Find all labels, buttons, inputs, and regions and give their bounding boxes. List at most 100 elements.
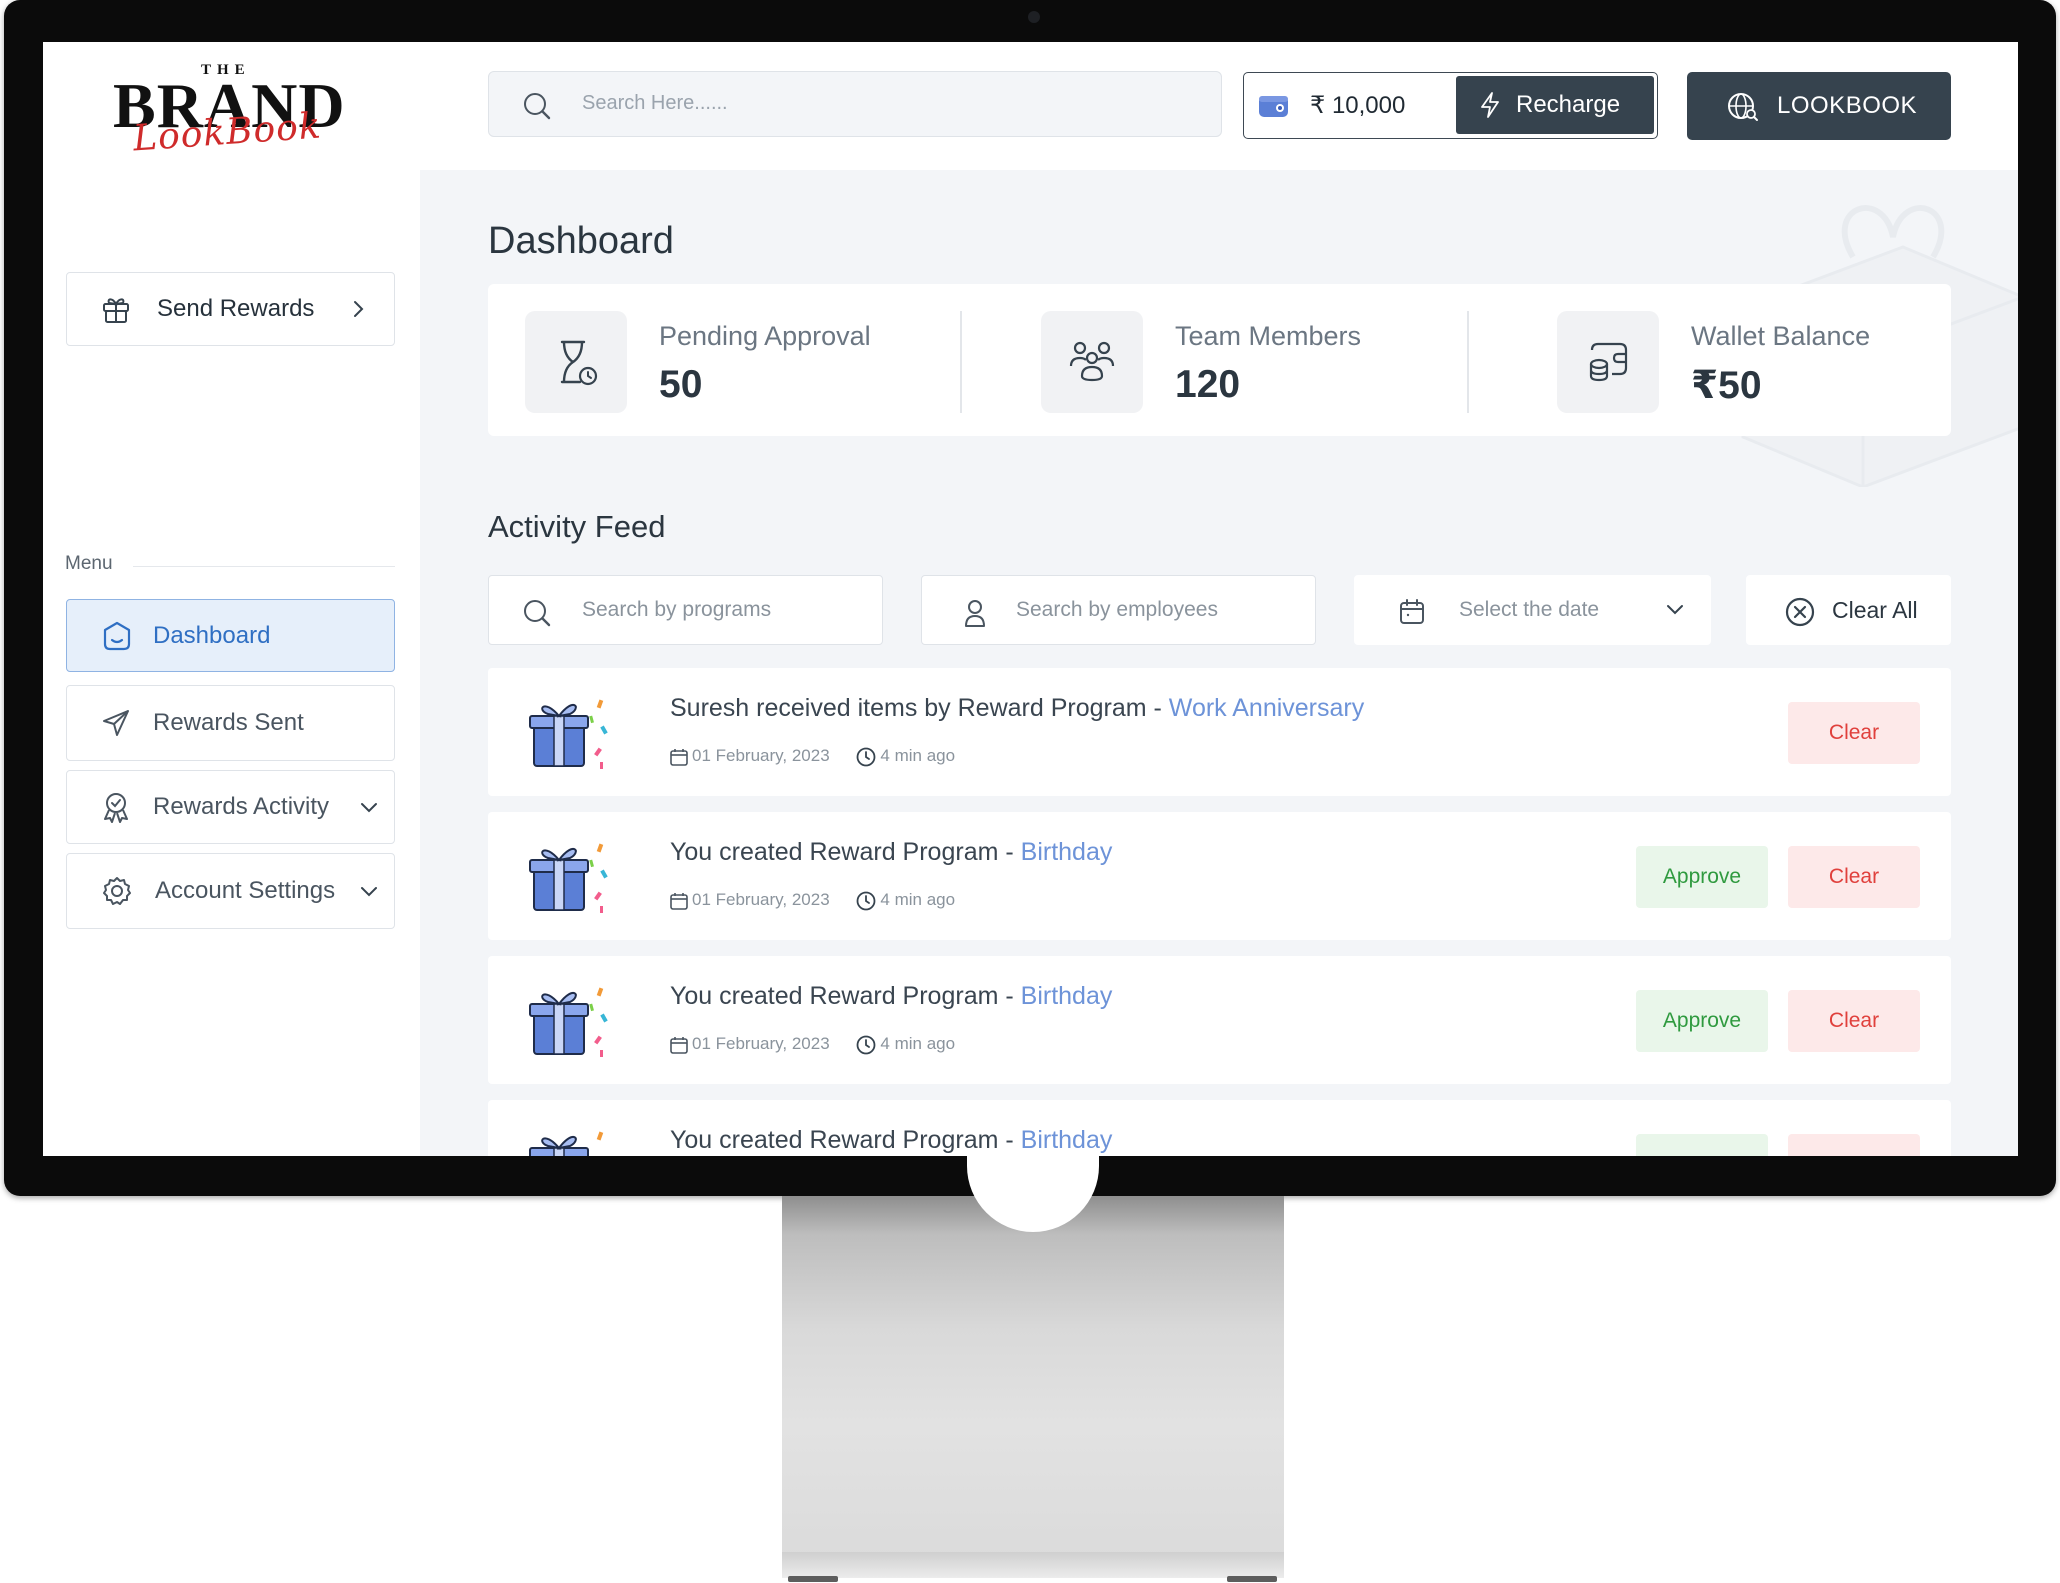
clear-button[interactable]: Clear	[1788, 846, 1920, 908]
program-link[interactable]: Work Anniversary	[1169, 694, 1364, 722]
feed-date: 01 February, 2023	[692, 746, 830, 765]
date-select[interactable]: Select the date	[1354, 575, 1711, 645]
feed-message: You created Reward Program - Birthday	[670, 838, 1112, 867]
sidebar-label-rewards-sent: Rewards Sent	[153, 709, 304, 736]
search-icon	[524, 600, 551, 627]
recharge-label: Recharge	[1516, 91, 1621, 118]
feed-date: 01 February, 2023	[692, 890, 830, 909]
feed-text: You created Reward Program -	[670, 982, 1021, 1010]
gift-confetti-icon	[529, 699, 608, 769]
search-icon	[524, 93, 551, 120]
feed-time: 4 min ago	[880, 746, 956, 765]
approve-button[interactable]: Approve	[1636, 990, 1768, 1052]
chevron-down-icon	[361, 887, 377, 897]
sidebar-item-rewards-activity[interactable]: Rewards Activity	[66, 770, 395, 844]
stat-label: Pending Approval	[659, 321, 871, 351]
lookbook-button[interactable]: LOOKBOOK	[1687, 72, 1951, 140]
hourglass-icon	[560, 340, 598, 386]
feed-message: You created Reward Program - Birthday	[670, 1126, 1112, 1155]
sidebar-label-dashboard: Dashboard	[153, 621, 271, 649]
sidebar: Send Rewards Menu Dashboard Rewards Sent…	[43, 170, 420, 1156]
top-bar: THE BRAND LookBook Search Here...... ₹ 1…	[43, 42, 2018, 170]
calendar-icon	[670, 1036, 688, 1054]
feed-meta: 01 February, 2023 4 min ago	[670, 746, 955, 767]
clock-icon	[857, 891, 876, 910]
send-icon	[103, 710, 129, 736]
gift-icon	[103, 298, 129, 323]
chevron-right-icon	[354, 301, 364, 317]
stand-base	[782, 1552, 1284, 1578]
user-icon	[965, 600, 985, 627]
stand-foot-right	[1227, 1576, 1277, 1582]
calendar-icon	[670, 892, 688, 910]
program-link[interactable]: Birthday	[1021, 838, 1113, 866]
recharge-button[interactable]: Recharge	[1456, 76, 1654, 134]
sidebar-item-rewards-sent[interactable]: Rewards Sent	[66, 685, 395, 761]
stat-divider	[960, 311, 962, 413]
stat-divider	[1467, 311, 1469, 413]
feed-item: You created Reward Program - Birthday 01…	[488, 956, 1951, 1084]
clock-icon	[857, 747, 876, 766]
feed-meta: 01 February, 2023 4 min ago	[670, 890, 955, 911]
chevron-down-icon	[1667, 605, 1683, 615]
feed-message: Suresh received items by Reward Program …	[670, 694, 1364, 723]
stat-icon-tile	[1041, 311, 1143, 413]
stats-card: Pending Approval 50 Team Members 120 Wal…	[488, 284, 1951, 436]
feed-message: You created Reward Program - Birthday	[670, 982, 1112, 1011]
lookbook-label: LOOKBOOK	[1777, 92, 1918, 119]
feed-time: 4 min ago	[880, 890, 956, 909]
feed-text: Suresh received items by Reward Program …	[670, 694, 1169, 722]
gift-confetti-icon	[529, 987, 608, 1057]
stand-foot-left	[788, 1576, 838, 1582]
sidebar-label-account-settings: Account Settings	[155, 877, 336, 904]
wallet-amount: ₹ 10,000	[1310, 92, 1406, 119]
feed-time: 4 min ago	[880, 1034, 956, 1053]
award-badge-icon	[104, 793, 128, 823]
global-search-input[interactable]: Search Here......	[488, 71, 1222, 137]
screen: THE BRAND LookBook Search Here...... ₹ 1…	[43, 42, 2018, 1156]
stat-value: 50	[659, 363, 703, 406]
clear-button[interactable]: Clear	[1788, 990, 1920, 1052]
sidebar-item-dashboard[interactable]: Dashboard	[66, 599, 395, 672]
clock-icon	[857, 1035, 876, 1054]
monitor-stand	[782, 1196, 1284, 1578]
stat-value: 120	[1175, 363, 1241, 406]
activity-feed-title: Activity Feed	[488, 509, 666, 544]
brand-logo[interactable]: THE BRAND LookBook	[113, 60, 345, 160]
wallet-icon	[1259, 96, 1288, 117]
search-programs-input[interactable]: Search by programs	[488, 575, 883, 645]
feed-item: You created Reward Program - Birthday 01…	[488, 812, 1951, 940]
feed-text: You created Reward Program -	[670, 1126, 1021, 1154]
stat-label: Team Members	[1175, 321, 1362, 351]
calendar-icon	[670, 748, 688, 766]
sidebar-label-rewards-activity: Rewards Activity	[153, 793, 330, 820]
gear-icon	[103, 877, 131, 905]
team-icon	[1069, 341, 1115, 382]
calendar-icon	[1400, 599, 1424, 624]
dashboard-icon	[103, 621, 131, 650]
feed-date: 01 February, 2023	[692, 1034, 830, 1053]
approve-button[interactable]	[1636, 1134, 1768, 1156]
date-placeholder: Select the date	[1459, 598, 1600, 621]
clear-all-button[interactable]: Clear All	[1746, 575, 1951, 645]
stat-value: ₹50	[1691, 364, 1762, 407]
approve-button[interactable]: Approve	[1636, 846, 1768, 908]
search-employees-placeholder: Search by employees	[1016, 598, 1218, 621]
search-employees-input[interactable]: Search by employees	[921, 575, 1316, 645]
wallet-balance-box: ₹ 10,000 Recharge	[1243, 72, 1658, 139]
send-rewards-button[interactable]: Send Rewards	[66, 272, 395, 346]
search-placeholder: Search Here......	[582, 92, 728, 114]
program-link[interactable]: Birthday	[1021, 1126, 1113, 1154]
stat-label: Wallet Balance	[1691, 321, 1871, 351]
lightning-icon	[1481, 92, 1499, 118]
program-link[interactable]: Birthday	[1021, 982, 1113, 1010]
wallet-coins-icon	[1589, 342, 1628, 382]
feed-item: You created Reward Program - Birthday	[488, 1100, 1951, 1156]
chevron-down-icon	[361, 803, 377, 813]
sidebar-item-account-settings[interactable]: Account Settings	[66, 853, 395, 929]
clear-button[interactable]	[1788, 1134, 1920, 1156]
camera-dot	[1028, 11, 1040, 23]
stat-icon-tile	[525, 311, 627, 413]
stat-icon-tile	[1557, 311, 1659, 413]
clear-button[interactable]: Clear	[1788, 702, 1920, 764]
